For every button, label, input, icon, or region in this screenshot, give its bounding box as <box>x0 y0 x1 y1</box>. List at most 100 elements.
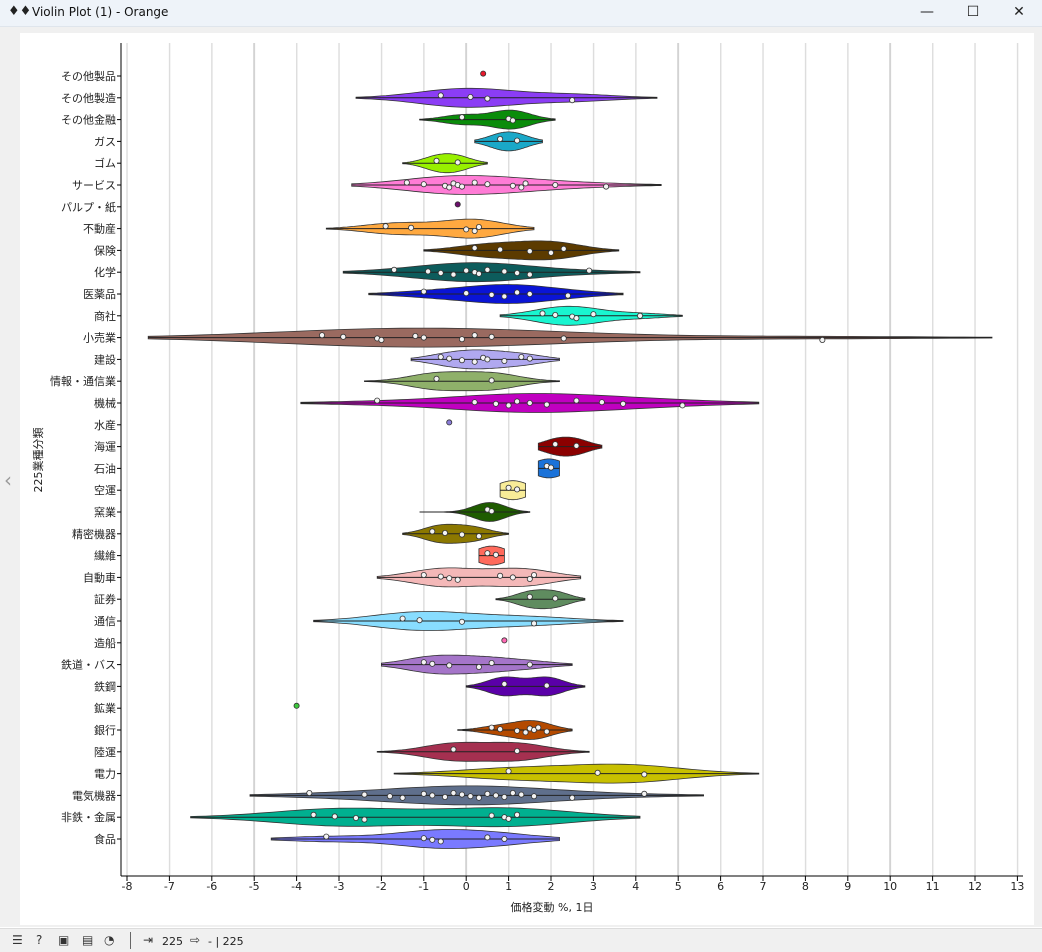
y-tick-label: 水産 <box>94 419 116 432</box>
y-tick-label: 小売業 <box>83 332 116 345</box>
data-point <box>514 748 521 755</box>
data-point <box>467 793 474 800</box>
x-tick-label: 0 <box>463 880 470 893</box>
data-point <box>361 816 368 823</box>
minimize-button[interactable]: — <box>904 0 950 26</box>
data-point <box>420 288 427 295</box>
data-point <box>458 618 465 625</box>
maximize-button[interactable]: ☐ <box>950 0 996 26</box>
data-point <box>446 662 453 669</box>
report-icon[interactable]: ▤ <box>82 933 93 947</box>
data-point <box>641 771 648 778</box>
data-point <box>433 375 440 382</box>
data-point <box>509 182 516 189</box>
violin-24 <box>376 567 582 588</box>
data-point <box>552 181 559 188</box>
data-point <box>573 397 580 404</box>
x-tick-label: -1 <box>418 880 429 893</box>
save-icon[interactable]: ▣ <box>58 933 69 947</box>
y-tick-label: その他金融 <box>61 113 116 127</box>
violin-series <box>147 70 993 849</box>
data-point <box>509 790 516 797</box>
data-point <box>446 184 453 191</box>
violin-11 <box>368 284 624 304</box>
violin-20 <box>499 480 526 501</box>
x-tick-label: 6 <box>717 880 724 893</box>
data-point <box>484 834 491 841</box>
data-point <box>446 419 453 426</box>
violin-13 <box>147 327 993 348</box>
data-point <box>526 593 533 600</box>
data-point <box>518 184 525 191</box>
data-point <box>526 290 533 297</box>
violin-chart[interactable]: -8 -7 -6 -5 -4 -3 -2 -1 0 1 2 3 4 5 6 7 8 9 10 11 12 13 その他製品… <box>20 33 1034 925</box>
data-point <box>374 397 381 404</box>
data-point <box>598 399 605 406</box>
violin-31 <box>457 720 573 740</box>
data-point <box>514 289 521 296</box>
data-point <box>518 353 525 360</box>
data-point <box>552 311 559 318</box>
y-tick-label: 銀行 <box>94 723 116 737</box>
data-point <box>471 332 478 339</box>
y-tick-label: 鉄道・バス <box>61 658 116 672</box>
data-point <box>420 790 427 797</box>
data-point <box>531 620 538 627</box>
data-point <box>446 355 453 362</box>
input-icon: ⇥ <box>143 933 154 947</box>
violin-17 <box>446 419 453 426</box>
data-point <box>458 357 465 364</box>
data-point <box>569 794 576 801</box>
violin-19 <box>537 458 560 479</box>
data-point <box>543 728 550 735</box>
data-point <box>471 227 478 234</box>
data-point <box>501 293 508 300</box>
data-point <box>514 727 521 734</box>
y-tick-label: 建設 <box>94 352 116 366</box>
data-point <box>488 660 495 667</box>
x-tick-label: 10 <box>883 880 897 893</box>
violin-5 <box>402 153 488 174</box>
y-tick-label: 保険 <box>94 243 116 257</box>
data-point <box>505 815 512 822</box>
close-button[interactable]: ✕ <box>996 0 1042 26</box>
collapse-controls-chevron-icon[interactable]: ‹ <box>4 468 12 492</box>
help-icon[interactable]: ? <box>36 933 42 947</box>
violin-15 <box>364 371 560 392</box>
data-point <box>484 550 491 557</box>
y-tick-label: 造船 <box>94 636 116 650</box>
y-tick-label: 海運 <box>94 440 116 454</box>
violin-30 <box>293 702 300 709</box>
snail-icon[interactable]: ◔ <box>104 933 114 947</box>
data-point <box>471 399 478 406</box>
data-point <box>501 681 508 688</box>
data-point <box>480 70 487 77</box>
data-point <box>492 551 499 558</box>
data-point <box>463 290 470 297</box>
data-point <box>522 729 529 736</box>
data-point <box>386 793 393 800</box>
y-tick-label: 通信 <box>94 615 116 628</box>
data-point <box>590 311 597 318</box>
data-point <box>391 266 398 273</box>
violin-16 <box>300 393 760 413</box>
data-point <box>586 267 593 274</box>
data-point <box>450 790 457 797</box>
data-point <box>497 136 504 143</box>
data-point <box>458 183 465 190</box>
data-point <box>399 615 406 622</box>
data-point <box>505 402 512 409</box>
data-point <box>492 792 499 799</box>
violin-35 <box>190 807 641 828</box>
data-point <box>484 266 491 273</box>
data-point <box>488 508 495 515</box>
y-tick-label: 化学 <box>94 265 116 279</box>
data-point <box>484 356 491 363</box>
data-point <box>514 811 521 818</box>
x-tick-label: 2 <box>548 880 555 893</box>
data-point <box>488 377 495 384</box>
y-tick-label: 電気機器 <box>72 788 116 802</box>
violin-6 <box>351 175 662 195</box>
violin-28 <box>381 654 573 675</box>
menu-icon[interactable]: ☰ <box>12 933 23 947</box>
